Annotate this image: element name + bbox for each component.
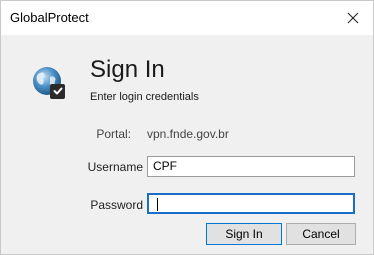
title-bar: GlobalProtect [1, 1, 373, 35]
cancel-button[interactable]: Cancel [286, 223, 356, 245]
close-icon [347, 12, 359, 24]
text-caret [157, 198, 158, 211]
username-label: Username [87, 160, 143, 174]
globalprotect-window: GlobalProtect Sign In Enter login creden… [0, 0, 374, 255]
page-subtitle: Enter login credentials [90, 91, 199, 103]
portal-value: vpn.fnde.gov.br [147, 127, 229, 141]
page-title: Sign In [90, 56, 165, 83]
window-title: GlobalProtect [10, 10, 89, 25]
username-field[interactable]: CPF [147, 156, 355, 177]
sign-in-button[interactable]: Sign In [206, 223, 282, 245]
portal-label: Portal: [96, 127, 131, 141]
globe-lock-icon [33, 67, 65, 99]
password-label: Password [90, 198, 143, 212]
close-button[interactable] [333, 1, 373, 35]
password-field[interactable] [147, 193, 355, 214]
